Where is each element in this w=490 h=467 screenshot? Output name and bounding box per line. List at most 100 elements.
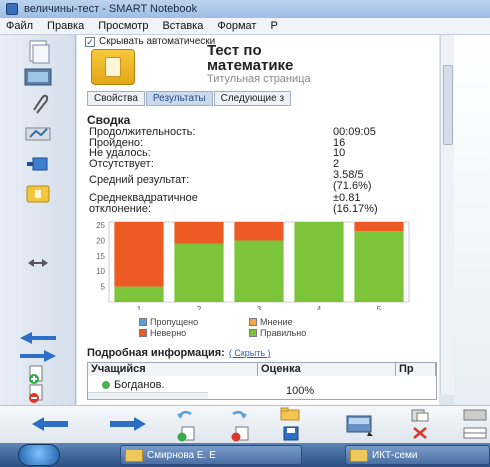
stat-row: отклонение: (16.17%): [89, 202, 378, 215]
panel-tabs: Свойства Результаты Следующие з: [87, 91, 292, 106]
legend-skipped: Пропущено: [139, 317, 198, 327]
stat-row: Продолжительность: 00:09:05: [89, 126, 376, 138]
y-tick-label: 25: [96, 221, 105, 230]
score-cell: 100%: [286, 385, 315, 397]
test-icon: [91, 49, 135, 85]
legend-opinion: Мнение: [249, 317, 292, 327]
y-tick-label: 20: [96, 236, 105, 245]
tab-results[interactable]: Результаты: [145, 91, 213, 106]
prev-page-button[interactable]: [30, 416, 70, 432]
test-subtitle: Титульная страница: [207, 73, 311, 85]
undo-button[interactable]: [176, 408, 194, 422]
paste-button[interactable]: [410, 408, 430, 422]
redo-button[interactable]: [230, 408, 248, 422]
window-title: величины-тест - SMART Notebook: [24, 3, 198, 15]
insert-blank-page-button[interactable]: [176, 426, 196, 442]
gallery-tab[interactable]: [12, 62, 64, 92]
bar-segment: [294, 222, 344, 302]
panel-scrollbar[interactable]: [440, 35, 454, 395]
scrollbar-thumb[interactable]: [443, 65, 453, 145]
auto-hide-checkbox[interactable]: ✓: [85, 36, 95, 47]
add-page-icon: [177, 426, 195, 442]
summary-heading: Сводка: [87, 113, 131, 127]
prev-page-side[interactable]: [10, 328, 66, 348]
toolbar-more-icon: [463, 409, 487, 421]
x-tick-label: 4: [317, 305, 322, 310]
stat-row: (71.6%): [333, 179, 372, 192]
menu-file[interactable]: Файл: [6, 20, 33, 32]
menu-draw[interactable]: Р: [270, 20, 277, 32]
smart-notebook-icon: [6, 3, 18, 15]
close-icon: [413, 427, 427, 439]
menu-insert[interactable]: Вставка: [162, 20, 203, 32]
tab-next[interactable]: Следующие з: [213, 91, 292, 106]
x-tick-label: 5: [377, 305, 382, 310]
attachments-tab[interactable]: [12, 89, 64, 119]
start-button[interactable]: [18, 444, 60, 466]
passed-check-icon: [102, 381, 110, 389]
delete-page-icon: [29, 384, 43, 403]
test-title: Тест по математике: [207, 42, 294, 74]
table-icon: [463, 427, 487, 439]
x-tick-label: 2: [197, 305, 202, 310]
delete-page-side[interactable]: [10, 384, 66, 404]
column-header-score[interactable]: Оценка: [258, 363, 396, 376]
delete-button[interactable]: [412, 426, 428, 440]
bar-segment: [234, 222, 284, 241]
add-page-icon: [29, 365, 43, 384]
y-tick-label: 10: [96, 267, 105, 276]
properties-tab[interactable]: [12, 119, 64, 149]
delete-page-button[interactable]: [230, 426, 250, 442]
folder-icon: [125, 449, 143, 462]
response-tab[interactable]: [12, 179, 64, 209]
results-chart: 5 10 15 20 25 1 2 3 4 5: [96, 221, 410, 310]
table-row[interactable]: Богданов.: [102, 379, 164, 391]
auto-hide-row[interactable]: ✓ Скрывать автоматически: [85, 36, 215, 47]
properties-icon: [25, 127, 51, 141]
open-file-button[interactable]: [280, 407, 300, 421]
add-page-side[interactable]: [10, 365, 66, 385]
bar-segment: [354, 222, 404, 232]
window-titlebar: величины-тест - SMART Notebook: [0, 0, 490, 18]
y-tick-label: 5: [101, 283, 106, 292]
bar-segment: [114, 222, 164, 287]
tab-properties[interactable]: Свойства: [87, 91, 145, 106]
screen-shade-button[interactable]: [345, 414, 375, 436]
addons-tab[interactable]: [12, 149, 64, 179]
menu-edit[interactable]: Правка: [47, 20, 84, 32]
save-button[interactable]: [283, 426, 299, 441]
arrow-right-icon: [110, 417, 146, 431]
delete-page-icon: [231, 426, 249, 442]
stat-row: Среднеквадратичное ±0.81: [89, 192, 361, 204]
floppy-icon: [283, 426, 299, 441]
gallery-icon: [24, 68, 52, 86]
toolbar-overflow-button[interactable]: [462, 408, 488, 422]
next-page-side[interactable]: [10, 346, 66, 366]
toolbar-overflow-button-2[interactable]: [462, 426, 488, 440]
next-page-button[interactable]: [108, 416, 148, 432]
taskbar-item[interactable]: Смирнова Е. Е: [120, 445, 302, 465]
arrow-left-icon: [20, 332, 56, 344]
dock-toggle[interactable]: [10, 253, 66, 273]
folder-icon: [280, 407, 300, 421]
column-header-other[interactable]: Пр: [396, 363, 436, 376]
paste-icon: [411, 409, 429, 422]
horizontal-scrollbar[interactable]: [88, 392, 208, 399]
bar-segment: [234, 240, 284, 302]
legend-correct: Правильно: [249, 328, 306, 338]
menu-view[interactable]: Просмотр: [98, 20, 148, 32]
taskbar-item[interactable]: ИКТ-семи: [345, 445, 490, 465]
hide-details-link[interactable]: ( Скрыть ): [229, 348, 271, 358]
column-header-student[interactable]: Учащийся: [88, 363, 258, 376]
properties-panel: ✓ Скрывать автоматически Тест по математ…: [77, 35, 439, 405]
bar-segment: [114, 286, 164, 302]
summary-stats: Продолжительность: 00:09:05 Пройдено: 16 Н…: [89, 127, 409, 214]
screen-shade-icon: [346, 415, 373, 436]
arrow-left-icon: [32, 417, 68, 431]
menu-format[interactable]: Формат: [217, 20, 256, 32]
bar-segment: [174, 243, 224, 302]
bar-segment: [174, 222, 224, 244]
response-clicker-icon: [26, 185, 50, 203]
plug-icon: [27, 157, 48, 171]
double-arrow-icon: [28, 259, 48, 267]
